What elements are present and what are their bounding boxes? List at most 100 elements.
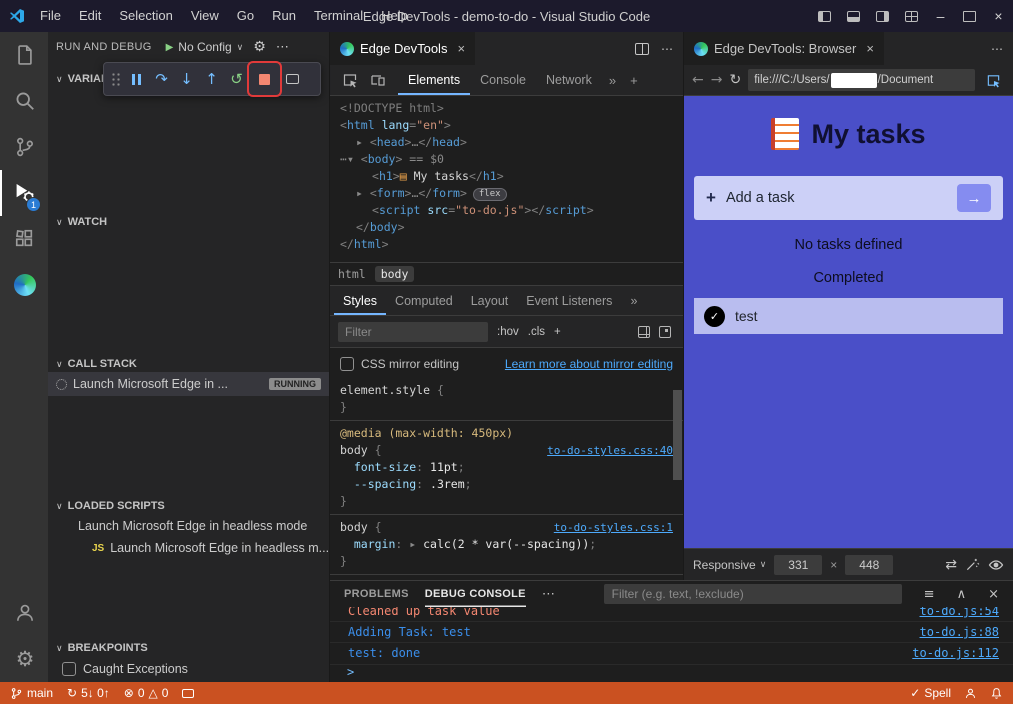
- toggle-secondary-sidebar-icon[interactable]: [868, 0, 897, 32]
- breadcrumb-html[interactable]: html: [338, 267, 366, 281]
- debug-settings-gear-icon[interactable]: ⚙: [253, 39, 266, 55]
- dom-tree-node[interactable]: <html lang="en">: [330, 117, 683, 134]
- explorer-icon[interactable]: [0, 32, 48, 78]
- tab-elements[interactable]: Elements: [398, 65, 470, 95]
- run-debug-icon[interactable]: 1: [0, 170, 48, 216]
- viewport-width-input[interactable]: [774, 555, 822, 575]
- tab-edge-devtools[interactable]: Edge DevTools ×: [330, 32, 476, 65]
- log-source-link[interactable]: to-do.js:112: [912, 643, 999, 663]
- stylesheet-link[interactable]: to-do-styles.css:40: [547, 442, 673, 459]
- grid-overlay-icon[interactable]: [638, 326, 650, 338]
- rotate-viewport-icon[interactable]: ⇄: [945, 557, 957, 573]
- computed-sidebar-icon[interactable]: [659, 326, 675, 338]
- style-rule-line[interactable]: margin: ▸ calc(2 * var(--spacing));: [330, 536, 683, 553]
- task-row[interactable]: ✓ test: [694, 298, 1003, 334]
- pseudo-state-button[interactable]: :hov: [497, 326, 519, 338]
- pause-button[interactable]: [124, 66, 149, 92]
- log-source-link[interactable]: to-do.js:54: [920, 607, 999, 621]
- visibility-eye-icon[interactable]: [988, 557, 1004, 573]
- add-tool-icon[interactable]: +: [623, 65, 645, 95]
- styles-filter-input[interactable]: [338, 322, 488, 342]
- loaded-script-row[interactable]: JS Launch Microsoft Edge in headless m..…: [48, 537, 329, 559]
- wand-icon[interactable]: [965, 557, 980, 572]
- split-editor-icon[interactable]: [635, 43, 649, 55]
- tab-network[interactable]: Network: [536, 65, 602, 95]
- close-window-button[interactable]: ×: [984, 0, 1013, 32]
- forward-icon[interactable]: →: [711, 72, 723, 88]
- section-loaded-scripts[interactable]: ∨ LOADED SCRIPTS: [48, 495, 329, 517]
- style-rule-line[interactable]: }: [330, 399, 683, 416]
- tab-event-listeners[interactable]: Event Listeners: [517, 286, 621, 315]
- log-source-link[interactable]: to-do.js:88: [920, 622, 999, 642]
- sidebar-more-actions-icon[interactable]: ⋯: [276, 39, 289, 55]
- dom-tree-node[interactable]: ▸ <form>…</form>flex: [330, 185, 683, 202]
- menu-run[interactable]: Run: [263, 0, 305, 32]
- caught-exceptions-checkbox[interactable]: [62, 662, 76, 676]
- tab-edge-devtools-browser[interactable]: Edge DevTools: Browser ×: [684, 32, 885, 65]
- close-panel-icon[interactable]: ×: [988, 587, 999, 602]
- section-breakpoints[interactable]: ∨ BREAKPOINTS: [48, 637, 329, 659]
- console-options-icon[interactable]: ≡: [924, 587, 935, 602]
- style-rule-line[interactable]: body {to-do-styles.css:1: [330, 519, 683, 536]
- loaded-script-row[interactable]: Launch Microsoft Edge in headless mode: [48, 515, 329, 537]
- edge-devtools-icon[interactable]: [0, 262, 48, 308]
- more-tabs-icon[interactable]: »: [602, 65, 623, 95]
- section-watch[interactable]: ∨ WATCH: [48, 211, 329, 233]
- restart-button[interactable]: ↺: [224, 66, 249, 92]
- debug-status-icon[interactable]: [182, 689, 194, 698]
- style-rule-line[interactable]: }: [330, 553, 683, 570]
- device-emulation-icon[interactable]: [366, 65, 390, 95]
- sync-indicator[interactable]: ↻ 5↓ 0↑: [67, 686, 110, 700]
- stop-button[interactable]: [252, 66, 277, 92]
- dom-tree-node[interactable]: </html>: [330, 236, 683, 253]
- editor-more-actions-icon[interactable]: ⋯: [991, 42, 1003, 56]
- maximize-button[interactable]: [955, 0, 984, 32]
- search-icon[interactable]: [0, 78, 48, 124]
- url-bar[interactable]: file:///C:/Users/ /Document: [748, 69, 975, 91]
- console-input-row[interactable]: >: [330, 664, 1013, 682]
- spell-checker-status[interactable]: ✓ Spell: [910, 686, 951, 700]
- settings-gear-icon[interactable]: ⚙: [0, 636, 48, 682]
- drag-grip-icon[interactable]: [110, 71, 122, 87]
- tab-layout[interactable]: Layout: [462, 286, 518, 315]
- new-style-rule-button[interactable]: +: [554, 326, 561, 338]
- tab-computed[interactable]: Computed: [386, 286, 462, 315]
- menu-selection[interactable]: Selection: [110, 0, 181, 32]
- branch-indicator[interactable]: main: [10, 686, 53, 700]
- maximize-panel-icon[interactable]: ∧: [957, 587, 967, 602]
- toggle-panel-icon[interactable]: [839, 0, 868, 32]
- notifications-bell-icon[interactable]: [990, 687, 1003, 700]
- reload-icon[interactable]: ↻: [729, 72, 741, 88]
- toggle-sidebar-icon[interactable]: [810, 0, 839, 32]
- menu-edit[interactable]: Edit: [70, 0, 110, 32]
- minimize-button[interactable]: –: [926, 0, 955, 32]
- styles-scrollbar[interactable]: [673, 390, 682, 480]
- tab-styles[interactable]: Styles: [334, 286, 386, 315]
- step-out-button[interactable]: ↑: [199, 66, 224, 92]
- detach-debugger-button[interactable]: [280, 66, 305, 92]
- dom-tree-node[interactable]: </body>: [330, 219, 683, 236]
- dom-tree-node[interactable]: <!DOCTYPE html>: [330, 100, 683, 117]
- tab-problems[interactable]: PROBLEMS: [344, 581, 409, 607]
- more-tabs-icon[interactable]: »: [621, 286, 646, 315]
- style-rule-line[interactable]: @media (max-width: 450px): [330, 425, 683, 442]
- mirror-learn-more-link[interactable]: Learn more about mirror editing: [505, 357, 673, 371]
- style-rule-line[interactable]: element.style {: [330, 382, 683, 399]
- style-rule-line[interactable]: font-size: 11pt;: [330, 459, 683, 476]
- dom-tree-node[interactable]: ⋯▾ <body> == $0: [330, 151, 683, 168]
- tab-console[interactable]: Console: [470, 65, 536, 95]
- call-stack-session-row[interactable]: Launch Microsoft Edge in ... RUNNING: [48, 372, 329, 396]
- breadcrumb-body[interactable]: body: [375, 266, 415, 282]
- start-debugging-dropdown[interactable]: ▶ No Config ∨: [166, 40, 244, 54]
- console-filter-input[interactable]: [604, 584, 902, 604]
- step-into-button[interactable]: ↓: [174, 66, 199, 92]
- style-rule-line[interactable]: --spacing: .3rem;: [330, 476, 683, 493]
- menu-view[interactable]: View: [182, 0, 228, 32]
- extensions-icon[interactable]: [0, 216, 48, 262]
- close-tab-icon[interactable]: ×: [866, 41, 874, 56]
- inspect-element-icon[interactable]: [338, 65, 362, 95]
- device-mode-dropdown[interactable]: Responsive ∨: [693, 558, 766, 572]
- submit-task-button[interactable]: →: [957, 184, 991, 212]
- css-mirror-checkbox[interactable]: [340, 357, 354, 371]
- close-tab-icon[interactable]: ×: [457, 41, 465, 56]
